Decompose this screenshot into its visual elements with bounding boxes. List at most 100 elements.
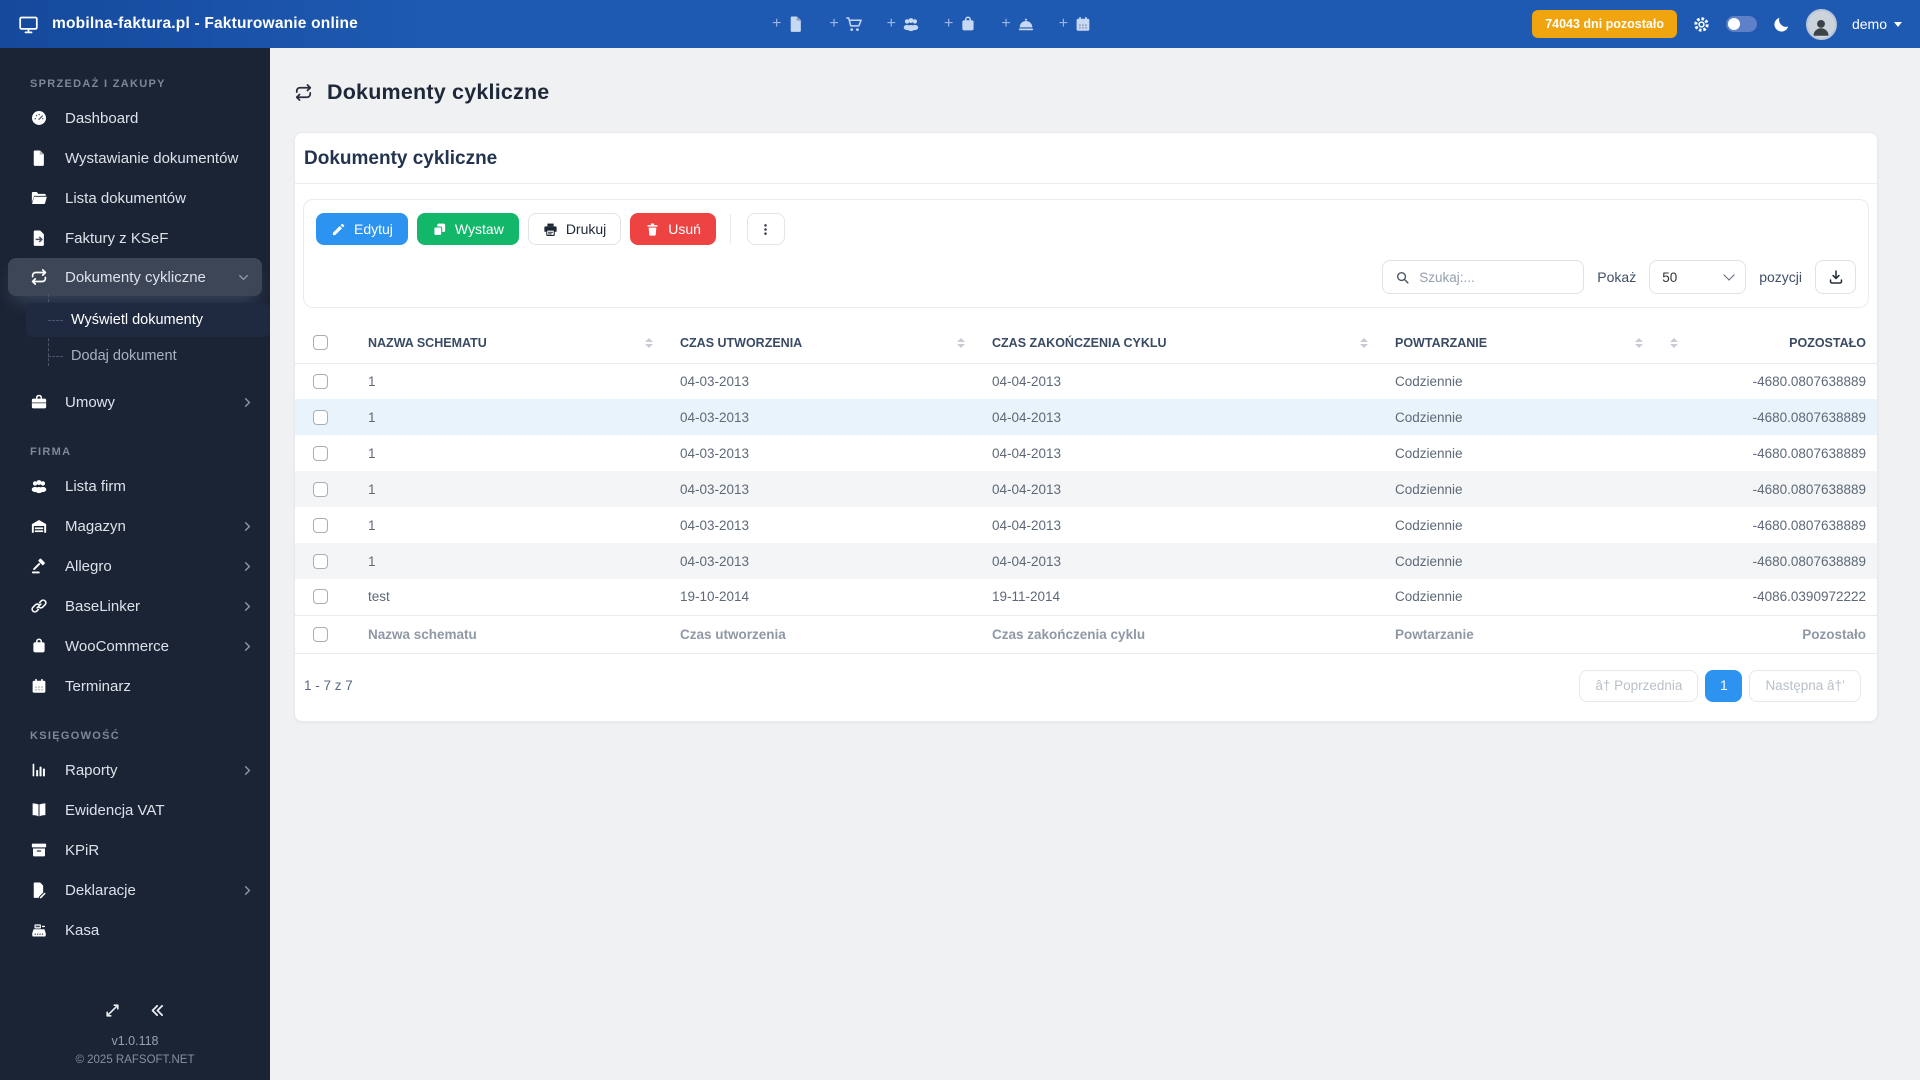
- table-row[interactable]: 1 04-03-2013 04-04-2013 Codziennie -4680…: [295, 399, 1877, 435]
- repeat-icon: [30, 268, 48, 286]
- edit-button[interactable]: Edytuj: [316, 213, 408, 245]
- quick-add-service-button[interactable]: +: [1001, 15, 1034, 33]
- gavel-icon: [30, 557, 48, 575]
- box-icon: [30, 637, 48, 655]
- folder-icon: [30, 189, 48, 207]
- search-input[interactable]: [1419, 269, 1572, 285]
- pagination: 1 - 7 z 7 â† Poprzednia 1 Następna â†’: [295, 654, 1877, 721]
- quick-add-event-button[interactable]: +: [1059, 15, 1092, 33]
- sidebar-item-lista-dokumentow[interactable]: Lista dokumentów: [0, 178, 270, 218]
- column-header-czas-utworzenia[interactable]: CZAS UTWORZENIA: [663, 323, 975, 364]
- chevrons-left-icon: [149, 1002, 166, 1019]
- delete-button[interactable]: Usuń: [630, 213, 716, 245]
- row-checkbox[interactable]: [313, 553, 328, 569]
- sidebar-item-label: Dokumenty cykliczne: [65, 268, 206, 286]
- sidebar-item-label: Deklaracje: [65, 881, 136, 899]
- sidebar-item-label: Kasa: [65, 921, 100, 939]
- sidebar-item-kpir[interactable]: KPiR: [0, 830, 270, 870]
- avatar[interactable]: [1805, 8, 1837, 40]
- sidebar-item-wystawianie-dokumentow[interactable]: Wystawianie dokumentów: [0, 138, 270, 178]
- print-button[interactable]: Drukuj: [527, 213, 622, 245]
- table-row[interactable]: 1 04-03-2013 04-04-2013 Codziennie -4680…: [295, 471, 1877, 507]
- column-header-pozostalo[interactable]: POZOSTAŁO: [1653, 323, 1877, 364]
- warehouse-icon: [30, 517, 48, 535]
- dark-mode-button[interactable]: [1772, 15, 1791, 34]
- trial-days-badge[interactable]: 74043 dni pozostało: [1532, 10, 1677, 38]
- page-size-select[interactable]: 50: [1649, 260, 1747, 294]
- sidebar-item-raporty[interactable]: Raporty: [0, 750, 270, 790]
- fullscreen-button[interactable]: [104, 1002, 121, 1019]
- pagination-info: 1 - 7 z 7: [304, 678, 353, 693]
- sidebar-item-woocommerce[interactable]: WooCommerce: [0, 626, 270, 666]
- issue-button[interactable]: Wystaw: [416, 213, 519, 245]
- footer-checkbox[interactable]: [313, 626, 328, 642]
- settings-button[interactable]: [1692, 15, 1711, 34]
- download-icon: [1828, 269, 1844, 285]
- sidebar-item-deklaracje[interactable]: Deklaracje: [0, 870, 270, 910]
- next-page-button[interactable]: Następna â†’: [1749, 669, 1861, 702]
- sidebar-subitem-wyswietl-dokumenty[interactable]: Wyświetl dokumenty: [26, 303, 270, 337]
- sidebar-item-allegro[interactable]: Allegro: [0, 546, 270, 586]
- quick-add-contractor-button[interactable]: +: [887, 15, 920, 33]
- current-page-button[interactable]: 1: [1705, 669, 1743, 702]
- sidebar-item-dashboard[interactable]: Dashboard: [0, 98, 270, 138]
- copyright: © 2025 RAFSOFT.NET: [75, 1054, 195, 1066]
- page-size-select-wrap: 50: [1649, 260, 1747, 294]
- chevron-right-icon: [241, 764, 254, 777]
- sidebar-item-umowy[interactable]: Umowy: [0, 382, 270, 422]
- row-checkbox[interactable]: [313, 517, 328, 533]
- row-checkbox[interactable]: [313, 481, 328, 497]
- user-menu[interactable]: demo: [1852, 16, 1902, 32]
- sidebar-subitem-dodaj-dokument[interactable]: Dodaj dokument: [26, 339, 270, 373]
- theme-toggle[interactable]: [1725, 16, 1757, 32]
- quick-add-order-button[interactable]: +: [829, 15, 862, 33]
- column-header-czas-zakonczenia[interactable]: CZAS ZAKOŃCZENIA CYKLU: [975, 323, 1378, 364]
- row-checkbox[interactable]: [313, 445, 328, 461]
- quick-add-invoice-button[interactable]: +: [772, 15, 805, 33]
- sidebar-item-label: Wystawianie dokumentów: [65, 149, 239, 167]
- column-header-nazwa-schematu[interactable]: NAZWA SCHEMATU: [351, 323, 663, 364]
- sidebar-item-lista-firm[interactable]: Lista firm: [0, 466, 270, 506]
- column-header-powtarzanie[interactable]: POWTARZANIE: [1378, 323, 1653, 364]
- card-header: Dokumenty cykliczne: [295, 133, 1877, 184]
- gear-icon: [1692, 15, 1711, 34]
- sidebar-item-label: Ewidencja VAT: [65, 801, 165, 819]
- cart-icon: [845, 15, 863, 33]
- file-import-icon: [30, 229, 48, 247]
- expand-icon: [104, 1002, 121, 1019]
- table-row[interactable]: 1 04-03-2013 04-04-2013 Codziennie -4680…: [295, 543, 1877, 579]
- row-checkbox[interactable]: [313, 409, 328, 425]
- more-actions-button[interactable]: [746, 213, 785, 245]
- table-row[interactable]: 1 04-03-2013 04-04-2013 Codziennie -4680…: [295, 435, 1877, 471]
- row-checkbox[interactable]: [313, 373, 328, 389]
- previous-page-button[interactable]: â† Poprzednia: [1579, 669, 1699, 702]
- table-row[interactable]: 1 04-03-2013 04-04-2013 Codziennie -4680…: [295, 363, 1877, 399]
- sidebar-item-ewidencja-vat[interactable]: Ewidencja VAT: [0, 790, 270, 830]
- divider: [729, 214, 731, 244]
- sidebar-item-dokumenty-cykliczne[interactable]: Dokumenty cykliczne: [8, 258, 262, 296]
- select-all-checkbox[interactable]: [313, 335, 328, 351]
- quick-add-product-button[interactable]: +: [944, 15, 977, 33]
- invoice-icon: [787, 15, 805, 33]
- sidebar-item-baselinker[interactable]: BaseLinker: [0, 586, 270, 626]
- plus-icon: +: [1001, 15, 1011, 32]
- plus-icon: +: [944, 15, 954, 32]
- brand[interactable]: mobilna-faktura.pl - Fakturowanie online: [18, 14, 358, 35]
- sidebar-item-magazyn[interactable]: Magazyn: [0, 506, 270, 546]
- row-checkbox[interactable]: [313, 589, 328, 605]
- brand-title: mobilna-faktura.pl - Fakturowanie online: [52, 15, 358, 32]
- briefcase-icon: [30, 393, 48, 411]
- sidebar-item-label: Magazyn: [65, 517, 126, 535]
- table-row[interactable]: test 19-10-2014 19-11-2014 Codziennie -4…: [295, 579, 1877, 615]
- sidebar-item-terminarz[interactable]: Terminarz: [0, 666, 270, 706]
- sidebar-item-faktury-ksef[interactable]: Faktury z KSeF: [0, 218, 270, 258]
- calendar-icon: [30, 677, 48, 695]
- table-header-row: NAZWA SCHEMATU CZAS UTWORZENIA CZAS ZAKO…: [295, 323, 1877, 364]
- service-icon: [1017, 15, 1035, 33]
- sidebar-item-kasa[interactable]: Kasa: [0, 910, 270, 950]
- toolbar: Edytuj Wystaw Drukuj Usuń Szukaj:... Pok…: [303, 199, 1869, 308]
- sort-icon: [1670, 337, 1678, 348]
- export-button[interactable]: [1815, 260, 1856, 294]
- collapse-sidebar-button[interactable]: [149, 1002, 166, 1019]
- table-row[interactable]: 1 04-03-2013 04-04-2013 Codziennie -4680…: [295, 507, 1877, 543]
